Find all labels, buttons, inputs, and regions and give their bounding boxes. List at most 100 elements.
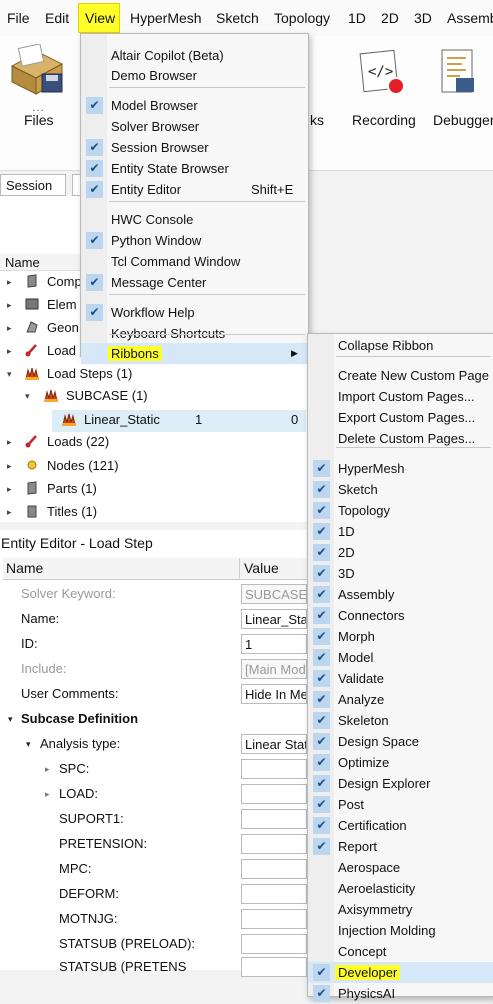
debugger-label[interactable]: Debugger <box>433 112 493 128</box>
files-icon[interactable] <box>8 43 66 96</box>
ee-prop-value[interactable] <box>241 884 307 904</box>
menu-edit[interactable]: Edit <box>45 10 69 26</box>
ribbons-menu-item[interactable]: Delete Custom Pages... <box>308 428 493 449</box>
view-menu-item[interactable]: Solver Browser <box>81 116 308 137</box>
ribbons-menu-item[interactable]: ✔ Skeleton <box>308 710 493 731</box>
ribbons-menu-item[interactable]: ✔ Morph <box>308 626 493 647</box>
tree-expander-icon[interactable]: ▾ <box>25 391 30 402</box>
ribbons-menu-item[interactable]: Concept <box>308 941 493 962</box>
recording-icon[interactable]: </> <box>358 46 408 98</box>
ee-expander-icon[interactable]: ▸ <box>45 789 50 800</box>
tree-row-label[interactable]: Comp <box>47 274 82 296</box>
recording-label[interactable]: Recording <box>352 112 416 128</box>
view-menu-item[interactable]: HWC Console <box>81 209 308 230</box>
ribbons-menu-item[interactable]: ✔ Validate <box>308 668 493 689</box>
tree-row-label[interactable]: Load Steps (1) <box>47 366 132 388</box>
ribbons-menu-item[interactable]: Create New Custom Page <box>308 365 493 386</box>
ribbons-menu-item[interactable]: ✔ Design Explorer <box>308 773 493 794</box>
view-menu-item[interactable]: Ribbons ▶ <box>81 343 308 364</box>
ribbons-menu-item[interactable]: ✔ Topology <box>308 500 493 521</box>
view-menu-item[interactable]: Altair Copilot (Beta) <box>81 45 308 66</box>
ee-prop-value[interactable] <box>241 759 307 779</box>
tab-session[interactable]: Session <box>0 174 66 196</box>
ribbons-menu-item[interactable]: ✔ 3D <box>308 563 493 584</box>
ee-prop-value[interactable]: Hide In Me <box>241 684 307 704</box>
view-menu-item[interactable]: Demo Browser <box>81 65 308 86</box>
ee-prop-value[interactable]: SUBCASE <box>241 584 307 604</box>
tree-expander-icon[interactable]: ▸ <box>7 484 12 495</box>
menu-sketch[interactable]: Sketch <box>216 10 259 26</box>
ee-prop-value[interactable] <box>241 784 307 804</box>
tree-row-label[interactable]: Loads (22) <box>47 434 109 456</box>
view-menu-item[interactable]: ✔ Workflow Help <box>81 302 308 323</box>
ee-expander-icon[interactable]: ▸ <box>45 764 50 775</box>
ee-prop-value[interactable] <box>241 934 307 954</box>
ribbons-menu-item[interactable]: ✔ HyperMesh <box>308 458 493 479</box>
ee-prop-value[interactable]: [Main Mod <box>241 659 307 679</box>
ee-prop-value[interactable] <box>241 834 307 854</box>
ee-prop-value[interactable] <box>241 909 307 929</box>
menu-hypermesh[interactable]: HyperMesh <box>130 10 202 26</box>
ribbons-menu-item[interactable]: ✔ Analyze <box>308 689 493 710</box>
ee-expander-icon[interactable]: ▾ <box>26 739 31 750</box>
menu-3d[interactable]: 3D <box>414 10 432 26</box>
files-label[interactable]: Files <box>24 112 54 128</box>
ribbons-menu-item[interactable]: ✔ Connectors <box>308 605 493 626</box>
debugger-icon[interactable] <box>436 46 482 98</box>
tree-row-label[interactable]: Geon <box>47 320 79 342</box>
ribbons-menu-item[interactable]: ✔ Developer <box>308 962 493 983</box>
ribbons-menu-item[interactable]: ✔ PhysicsAI <box>308 983 493 1004</box>
ee-expander-icon[interactable]: ▾ <box>8 714 13 725</box>
ee-prop-value[interactable]: Linear_Stat <box>241 609 307 629</box>
tree-row-label[interactable]: Linear_Static <box>84 412 160 434</box>
tree-row-label[interactable]: Elem <box>47 297 77 319</box>
ribbons-menu-item[interactable]: ✔ Assembly <box>308 584 493 605</box>
menu-topology[interactable]: Topology <box>274 10 330 26</box>
menu-2d[interactable]: 2D <box>381 10 399 26</box>
ribbons-menu-item[interactable]: ✔ Post <box>308 794 493 815</box>
ee-prop-value[interactable]: Linear Stati <box>241 734 307 754</box>
tree-row-label[interactable]: Nodes (121) <box>47 458 119 480</box>
tree-expander-icon[interactable]: ▸ <box>7 277 12 288</box>
tree-expander-icon[interactable]: ▸ <box>7 507 12 518</box>
ribbons-menu-item[interactable]: Injection Molding <box>308 920 493 941</box>
ribbons-menu-item[interactable]: Collapse Ribbon <box>308 335 493 356</box>
ribbons-menu-item[interactable]: ✔ Report <box>308 836 493 857</box>
ee-prop-value[interactable]: 1 <box>241 634 307 654</box>
view-menu-item[interactable]: Tcl Command Window <box>81 251 308 272</box>
view-menu-item[interactable]: ✔ Python Window <box>81 230 308 251</box>
tree-row-label[interactable]: SUBCASE (1) <box>66 388 148 410</box>
menu-file[interactable]: File <box>7 10 30 26</box>
ribbon-partial-label[interactable]: ks <box>310 112 324 128</box>
ribbons-menu-item[interactable]: ✔ Model <box>308 647 493 668</box>
view-menu-item[interactable]: ✔ Entity State Browser <box>81 158 308 179</box>
ribbons-menu-item[interactable]: Import Custom Pages... <box>308 386 493 407</box>
ribbons-menu-item[interactable]: ✔ Sketch <box>308 479 493 500</box>
tab-model[interactable] <box>72 174 80 196</box>
menu-view[interactable]: View <box>85 10 115 26</box>
ribbons-menu-item[interactable]: Axisymmetry <box>308 899 493 920</box>
ribbons-menu-item[interactable]: ✔ 2D <box>308 542 493 563</box>
tree-expander-icon[interactable]: ▾ <box>7 369 12 380</box>
tree-expander-icon[interactable]: ▸ <box>7 437 12 448</box>
ribbons-menu-item[interactable]: ✔ Optimize <box>308 752 493 773</box>
ee-prop-value[interactable] <box>241 957 307 977</box>
view-menu-item[interactable]: ✔ Model Browser <box>81 95 308 116</box>
ribbons-menu-item[interactable]: ✔ 1D <box>308 521 493 542</box>
ribbons-menu-item[interactable]: Export Custom Pages... <box>308 407 493 428</box>
ribbons-menu-item[interactable]: ✔ Certification <box>308 815 493 836</box>
menu-assembly[interactable]: Assemb <box>447 10 493 26</box>
tree-row-label[interactable]: Titles (1) <box>47 504 97 526</box>
tree-row-label[interactable]: Load <box>47 343 76 365</box>
ee-prop-value[interactable] <box>241 859 307 879</box>
view-menu-item[interactable]: ✔ Entity Editor Shift+E <box>81 179 308 200</box>
tree-expander-icon[interactable]: ▸ <box>7 346 12 357</box>
tree-expander-icon[interactable]: ▸ <box>7 461 12 472</box>
ribbons-menu-item[interactable]: Aeroelasticity <box>308 878 493 899</box>
view-menu-item[interactable]: ✔ Session Browser <box>81 137 308 158</box>
tree-row-label[interactable]: Parts (1) <box>47 481 97 503</box>
tree-expander-icon[interactable]: ▸ <box>7 323 12 334</box>
menu-1d[interactable]: 1D <box>348 10 366 26</box>
ribbons-menu-item[interactable]: Aerospace <box>308 857 493 878</box>
view-menu-item[interactable]: ✔ Message Center <box>81 272 308 293</box>
